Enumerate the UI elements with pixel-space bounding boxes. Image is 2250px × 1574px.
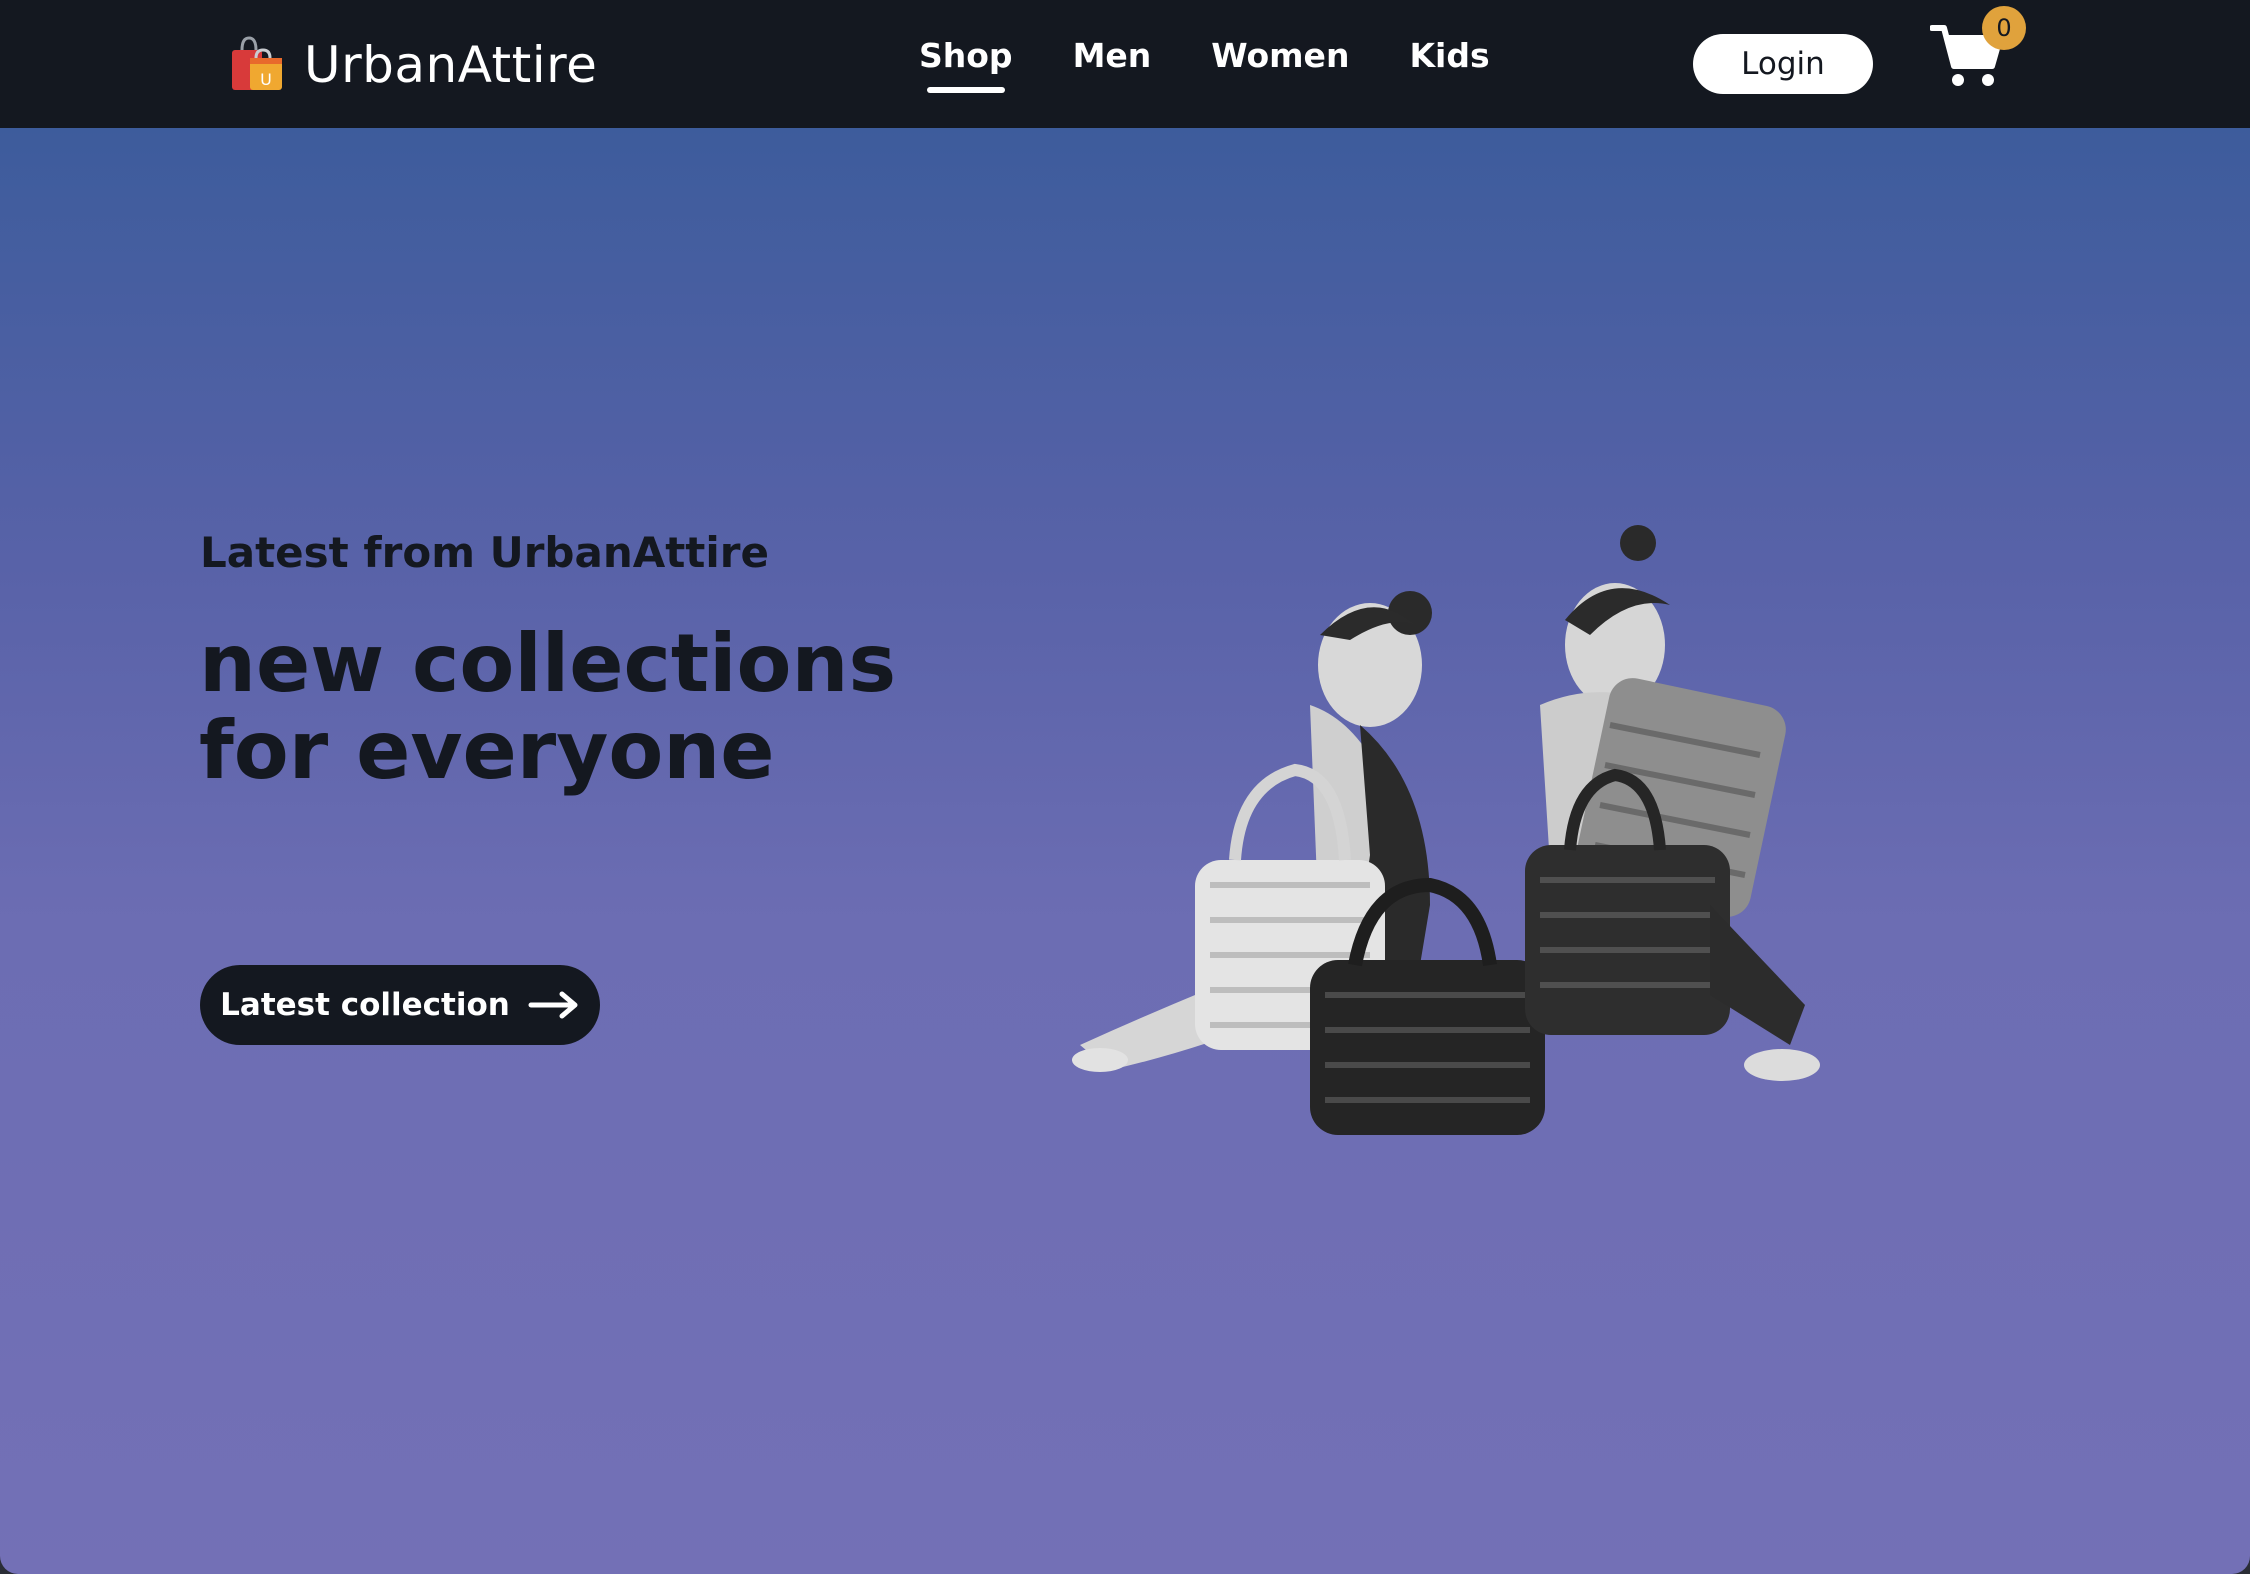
svg-text:U: U xyxy=(260,70,272,89)
browser-viewport: U UrbanAttire Shop Men Women Kids Login … xyxy=(0,0,2250,1574)
hero-models-with-bags-image xyxy=(1072,525,1820,1135)
cart-count-badge: 0 xyxy=(1982,6,2026,50)
nav-item-kids[interactable]: Kids xyxy=(1409,36,1489,75)
nav-item-women[interactable]: Women xyxy=(1211,36,1349,75)
hero-eyebrow: Latest from UrbanAttire xyxy=(200,528,769,577)
latest-collection-label: Latest collection xyxy=(220,987,510,1023)
brand[interactable]: U UrbanAttire xyxy=(226,34,597,96)
login-button[interactable]: Login xyxy=(1693,34,1873,94)
arrow-right-icon xyxy=(528,991,578,1019)
navbar: U UrbanAttire Shop Men Women Kids Login … xyxy=(0,0,2250,128)
main-nav: Shop Men Women Kids xyxy=(919,36,1490,93)
nav-item-shop[interactable]: Shop xyxy=(919,36,1013,93)
hero-headline: new collections for everyone xyxy=(199,617,897,797)
nav-item-men[interactable]: Men xyxy=(1073,36,1152,75)
shopping-bags-icon: U xyxy=(232,36,282,90)
brand-name: UrbanAttire xyxy=(304,36,598,94)
latest-collection-button[interactable]: Latest collection xyxy=(200,965,600,1045)
